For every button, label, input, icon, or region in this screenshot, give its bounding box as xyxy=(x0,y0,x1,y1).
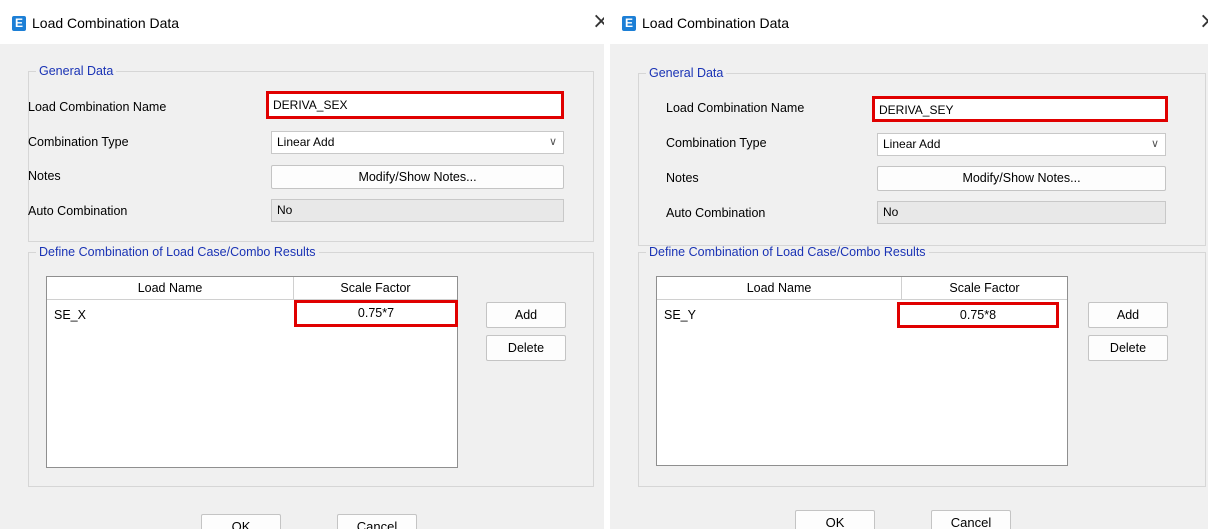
add-button[interactable]: Add xyxy=(486,302,566,328)
cancel-button[interactable]: Cancel xyxy=(337,514,417,529)
combination-type-select[interactable]: Linear Add ∨ xyxy=(271,131,564,154)
dialog-title: Load Combination Data xyxy=(642,15,790,31)
load-combination-name-label: Load Combination Name xyxy=(28,100,167,114)
scale-factor-cell[interactable]: 0.75*7 xyxy=(294,300,458,327)
load-name-cell[interactable]: SE_X xyxy=(54,304,86,326)
define-combination-legend: Define Combination of Load Case/Combo Re… xyxy=(649,245,926,259)
scale-factor-cell[interactable]: 0.75*8 xyxy=(897,302,1059,328)
title-bar: E Load Combination Data × xyxy=(610,0,1208,44)
general-data-legend: General Data xyxy=(39,64,114,78)
column-header-load-name: Load Name xyxy=(47,277,294,300)
combination-type-label: Combination Type xyxy=(28,135,129,149)
etabs-app-icon: E xyxy=(622,16,636,31)
notes-label: Notes xyxy=(666,171,699,185)
chevron-down-icon: ∨ xyxy=(1150,138,1159,150)
load-combination-name-input[interactable]: DERIVA_SEY xyxy=(872,96,1168,122)
combination-type-value: Linear Add xyxy=(883,137,941,151)
load-name-cell[interactable]: SE_Y xyxy=(664,304,696,326)
auto-combination-value: No xyxy=(271,199,564,222)
title-bar: E Load Combination Data × xyxy=(0,0,604,44)
etabs-app-icon: E xyxy=(12,16,26,31)
auto-combination-label: Auto Combination xyxy=(28,204,128,218)
auto-combination-label: Auto Combination xyxy=(666,206,766,220)
column-header-scale-factor: Scale Factor xyxy=(902,277,1067,300)
notes-label: Notes xyxy=(28,169,61,183)
load-combination-dialog-1: E Load Combination Data × General Data L… xyxy=(0,0,604,529)
modify-show-notes-button[interactable]: Modify/Show Notes... xyxy=(271,165,564,189)
modify-show-notes-button[interactable]: Modify/Show Notes... xyxy=(877,166,1166,191)
cancel-button[interactable]: Cancel xyxy=(931,510,1011,529)
add-button[interactable]: Add xyxy=(1088,302,1168,328)
dialog-title: Load Combination Data xyxy=(32,15,180,31)
auto-combination-value: No xyxy=(877,201,1166,224)
load-combination-name-label: Load Combination Name xyxy=(666,101,805,115)
general-data-legend: General Data xyxy=(649,66,724,80)
combination-type-label: Combination Type xyxy=(666,136,767,150)
ok-button[interactable]: OK xyxy=(795,510,875,529)
column-header-load-name: Load Name xyxy=(657,277,902,300)
chevron-down-icon: ∨ xyxy=(548,136,557,148)
combination-type-select[interactable]: Linear Add ∨ xyxy=(877,133,1166,156)
delete-button[interactable]: Delete xyxy=(1088,335,1168,361)
ok-button[interactable]: OK xyxy=(201,514,281,529)
column-header-scale-factor: Scale Factor xyxy=(294,277,457,300)
delete-button[interactable]: Delete xyxy=(486,335,566,361)
close-icon[interactable]: × xyxy=(592,9,604,35)
combination-type-value: Linear Add xyxy=(277,135,335,149)
load-combination-dialog-2: E Load Combination Data × General Data L… xyxy=(610,0,1208,529)
load-combination-name-input[interactable]: DERIVA_SEX xyxy=(266,91,564,119)
define-combination-legend: Define Combination of Load Case/Combo Re… xyxy=(39,245,316,259)
close-icon[interactable]: × xyxy=(1199,9,1208,35)
